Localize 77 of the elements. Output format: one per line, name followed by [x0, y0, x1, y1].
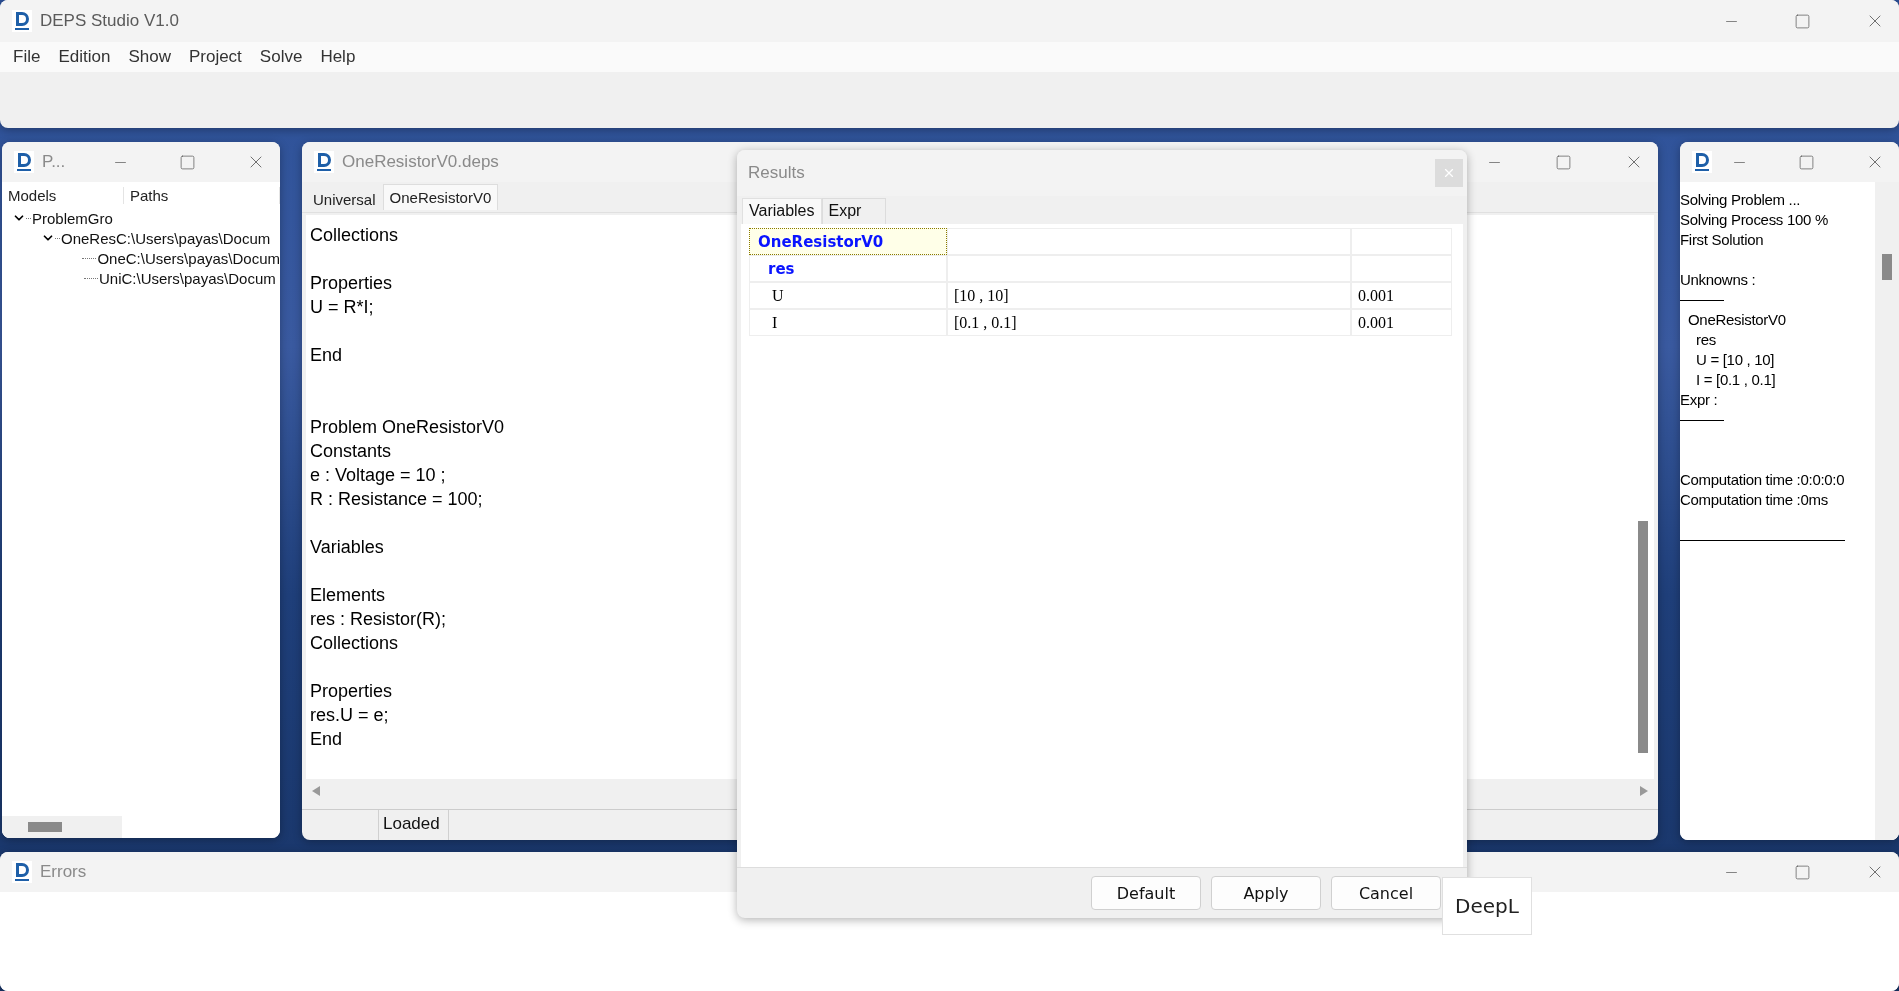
app-logo-icon	[314, 151, 334, 173]
table-cell: 0.001	[1351, 282, 1452, 309]
dialog-button[interactable]: Default	[1091, 876, 1201, 910]
column-header[interactable]: Paths	[124, 186, 280, 204]
app-logo-icon	[12, 10, 32, 32]
output-line: Solving Process 100 %	[1680, 210, 1829, 230]
table-cell[interactable]: I	[749, 309, 947, 336]
code-line: Properties	[310, 272, 393, 295]
tab[interactable]: Variables	[742, 198, 822, 224]
window-title: P...	[42, 152, 66, 172]
app-logo-icon	[12, 861, 32, 883]
window-title: Errors	[40, 862, 87, 882]
code-line: Constants	[310, 440, 392, 463]
table-cell[interactable]: res	[749, 255, 947, 282]
output-line: res	[1695, 330, 1717, 350]
menu-item[interactable]: Help	[311, 47, 365, 67]
code-line: R : Resistance = 100;	[310, 488, 483, 511]
output-line: I = [0.1 , 0.1]	[1695, 370, 1777, 390]
window-title: DEPS Studio V1.0	[40, 11, 179, 31]
code-line: res : Resistor(R);	[310, 608, 446, 631]
tree-item[interactable]: Uni	[99, 269, 122, 287]
menu-item[interactable]: File	[4, 47, 50, 67]
code-line: Properties	[310, 680, 393, 703]
window-title: OneResistorV0.deps	[342, 152, 499, 172]
scrollbar[interactable]	[2, 816, 122, 838]
output-line: Expr :	[1680, 390, 1719, 410]
code-line: res.U = e;	[310, 704, 389, 727]
code-line: Collections	[310, 632, 399, 655]
tree-item[interactable]: OneRes	[61, 229, 117, 247]
dialog-button[interactable]: Apply	[1211, 876, 1321, 910]
maximize-icon[interactable]	[1798, 153, 1815, 171]
output-line: U = [10 , 10]	[1695, 350, 1776, 370]
maximize-icon[interactable]	[1794, 12, 1811, 30]
status-text: Loaded	[378, 810, 449, 840]
dialog-title: Results	[748, 163, 805, 183]
scroll-right-icon[interactable]	[1640, 786, 1648, 796]
table-cell: [0.1 , 0.1]	[947, 309, 1351, 336]
code-line: Problem OneResistorV0	[310, 416, 505, 439]
code-line: Variables	[310, 536, 384, 559]
scroll-left-icon[interactable]	[312, 786, 320, 796]
code-line: End	[310, 344, 343, 367]
output-line: Solving Problem ...	[1680, 190, 1802, 210]
code-line: U = R*I;	[310, 296, 374, 319]
column-header[interactable]: Models	[2, 186, 124, 204]
maximize-icon[interactable]	[1555, 153, 1572, 171]
app-logo-icon	[14, 151, 34, 173]
tab[interactable]: Expr	[821, 198, 886, 224]
code-line: Collections	[310, 224, 399, 247]
table-cell: [10 , 10]	[947, 282, 1351, 309]
maximize-icon[interactable]	[1794, 863, 1811, 881]
path-text: C:\Users\payas\Docum	[116, 229, 271, 247]
maximize-icon[interactable]	[179, 153, 196, 171]
tab[interactable]: OneResistorV0	[382, 184, 499, 210]
menu-item[interactable]: Project	[179, 47, 251, 67]
path-text: C:\Users\payas\Docum	[121, 269, 276, 287]
menu-item[interactable]: Show	[119, 47, 180, 67]
scrollbar[interactable]	[1875, 182, 1899, 840]
code-line: End	[310, 728, 343, 751]
output-line: Computation time :0:0:0:0	[1680, 470, 1846, 490]
output-line: First Solution	[1680, 230, 1765, 250]
menu-item[interactable]: Edition	[49, 47, 120, 67]
path-text: C:\Users\payas\Docum	[125, 249, 280, 267]
output-line: Unknowns :	[1680, 270, 1757, 290]
tree-item[interactable]: ProblemGro	[32, 209, 113, 227]
scrollbar-thumb[interactable]	[1638, 521, 1648, 753]
output-line: Computation time :0ms	[1680, 490, 1829, 510]
code-line: e : Voltage = 10 ;	[310, 464, 446, 487]
menu-item[interactable]: Solve	[250, 47, 312, 67]
code-line: Elements	[310, 584, 386, 607]
table-cell: 0.001	[1351, 309, 1452, 336]
output-line: OneResistorV0	[1687, 310, 1787, 330]
dialog-button[interactable]: Cancel	[1331, 876, 1441, 910]
popup-label[interactable]: DeepL	[1442, 877, 1532, 935]
tree-item[interactable]: One	[97, 249, 126, 267]
table-cell[interactable]: U	[749, 282, 947, 309]
table-cell[interactable]: OneResistorV0	[749, 228, 947, 255]
app-logo-icon	[1692, 151, 1712, 173]
